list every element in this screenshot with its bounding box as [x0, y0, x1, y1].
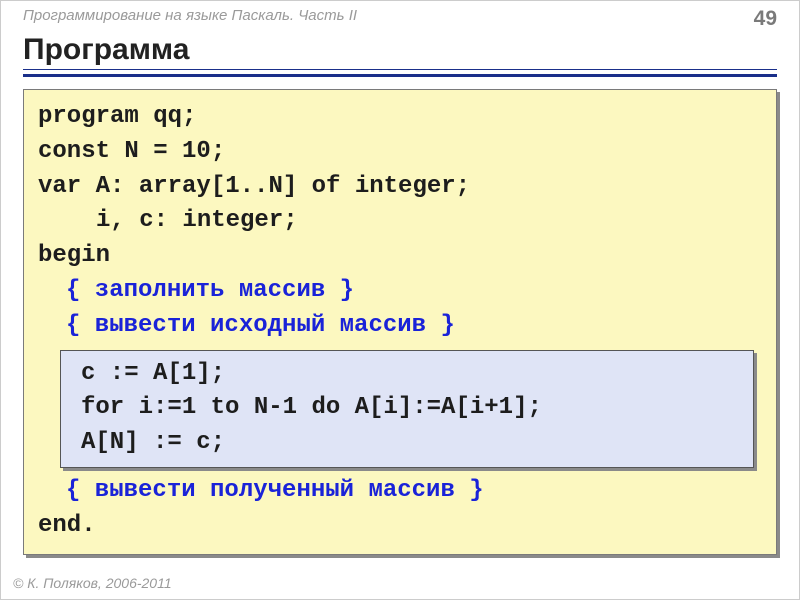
code-line: program qq; [38, 100, 762, 135]
code-block: program qq; const N = 10; var A: array[1… [23, 89, 777, 555]
code-line: i, c: integer; [38, 204, 762, 239]
highlight-block: c := A[1]; for i:=1 to N-1 do A[i]:=A[i+… [60, 350, 754, 468]
code-line: var A: array[1..N] of integer; [38, 170, 762, 205]
code-comment: { вывести полученный массив } [38, 474, 762, 509]
section-title: Программа [1, 31, 799, 67]
slide-header: Программирование на языке Паскаль. Часть… [1, 1, 799, 31]
code-line: const N = 10; [38, 135, 762, 170]
code-line: end. [38, 509, 762, 544]
code-comment: { вывести исходный массив } [38, 309, 762, 344]
code-line: for i:=1 to N-1 do A[i]:=A[i+1]; [81, 391, 739, 426]
code-line: A[N] := c; [81, 426, 739, 461]
title-rule [23, 69, 777, 77]
code-line: c := A[1]; [81, 357, 739, 392]
course-title: Программирование на языке Паскаль. Часть… [23, 7, 357, 24]
page-number: 49 [754, 7, 777, 31]
code-comment: { заполнить массив } [38, 274, 762, 309]
copyright-footer: © К. Поляков, 2006-2011 [13, 575, 172, 591]
code-line: begin [38, 239, 762, 274]
slide: Программирование на языке Паскаль. Часть… [0, 0, 800, 600]
